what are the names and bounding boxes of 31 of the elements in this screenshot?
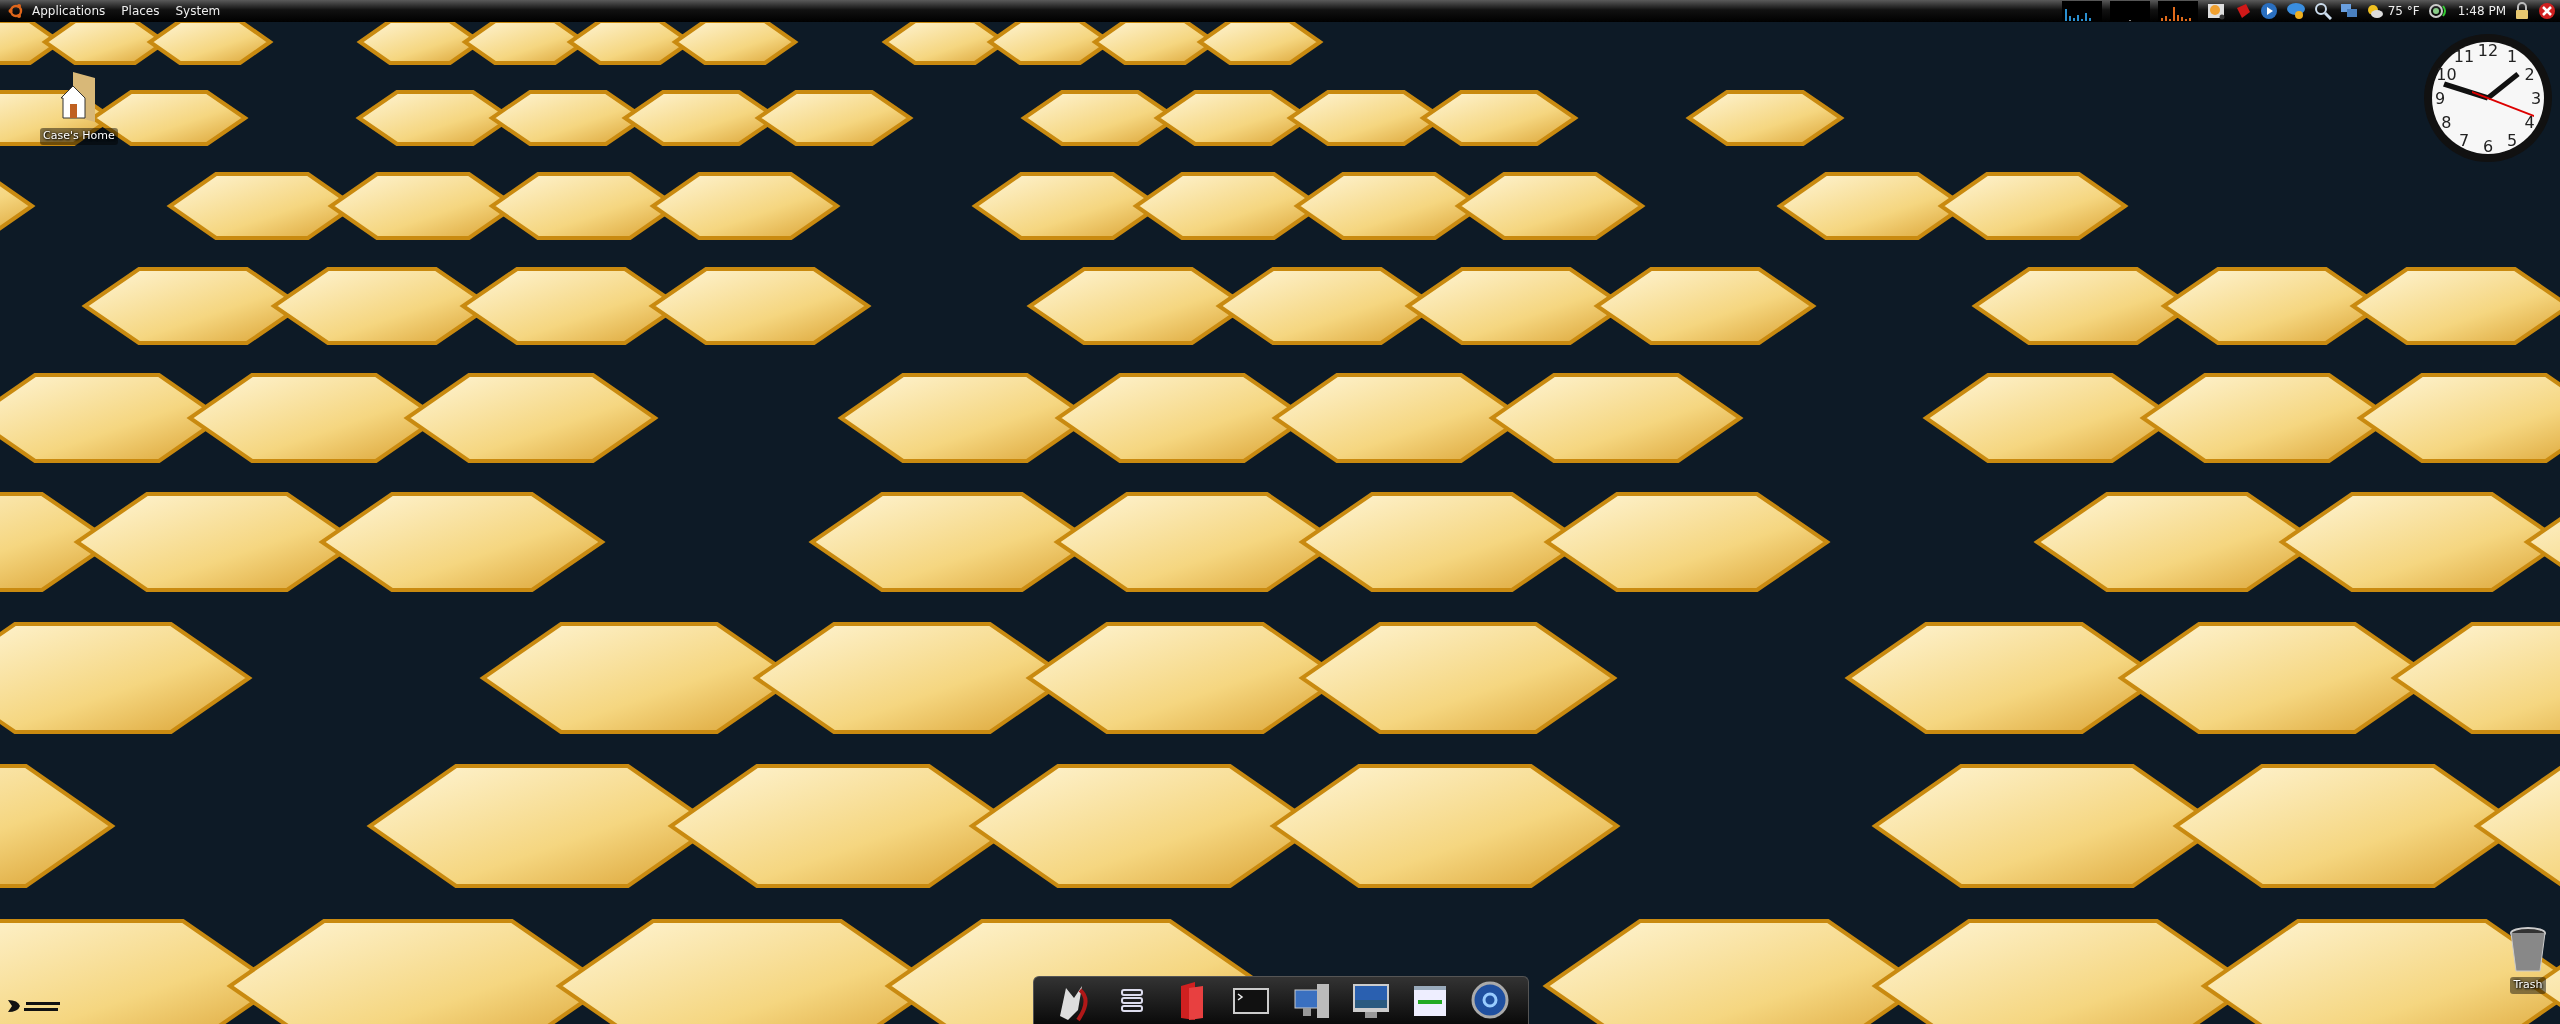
icon-label[interactable]: Trash [2510,977,2546,994]
clock-numeral: 3 [2530,89,2542,108]
network-graph-icon [2061,1,2102,21]
shutdown-icon[interactable] [2538,2,2556,20]
icon-label[interactable]: Case's Home [40,128,118,145]
weather-icon[interactable] [2365,3,2384,19]
clock-numeral: 1 [2506,47,2518,67]
panel-menu[interactable]: Applications [24,0,114,22]
clock-numeral: 7 [2458,130,2470,150]
clock-numeral: 11 [2453,47,2475,67]
clock-numeral: 12 [2477,41,2499,60]
ubuntu-logo-icon[interactable] [8,3,24,19]
lock-icon[interactable] [2514,2,2530,20]
search-icon[interactable] [2313,2,2332,20]
panel-menu[interactable]: Places [113,0,168,22]
load-graph-icon [2157,1,2198,21]
clock-numeral: 9 [2434,89,2446,108]
network-icon[interactable] [2339,3,2358,19]
panel-clock[interactable]: 1:48 PM [2457,2,2506,20]
play-icon[interactable] [2259,2,2278,20]
clock-numeral: 6 [2482,137,2494,156]
cpu-graph-icon [2109,1,2150,21]
weather-temperature[interactable]: 75 °F [2387,2,2420,20]
panel-menu[interactable]: System [167,0,229,22]
clock-numeral: 8 [2441,113,2452,132]
trash-can-icon[interactable] [2508,927,2548,975]
image-viewer-icon[interactable] [2205,2,2226,20]
clock-numeral: 2 [2524,65,2535,84]
clock-numeral: 10 [2436,65,2457,84]
clock-numeral: 4 [2524,113,2535,132]
clock-numeral: 5 [2506,130,2518,150]
